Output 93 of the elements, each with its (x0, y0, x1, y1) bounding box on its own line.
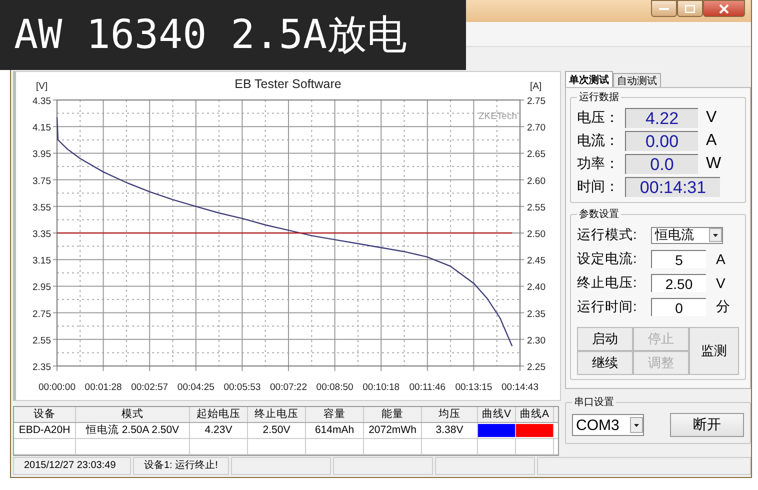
axis-tick-label: 2.55 (32, 335, 51, 346)
axis-tick-label: 00:02:57 (131, 382, 168, 393)
table-cell: 614mAh (306, 423, 364, 438)
status-text: 2015/12/27 23:03:49 (13, 457, 131, 475)
unit-label: A (706, 132, 717, 150)
reading-label: 功率： (577, 154, 620, 172)
axis-tick-label: 00:04:25 (177, 382, 214, 393)
column-header: 终止电压 (248, 407, 306, 422)
axis-tick-label: 3.75 (32, 176, 51, 187)
axis-tick-label: 3.55 (32, 202, 51, 214)
axis-tick-label: 00:11:46 (409, 382, 446, 393)
setting-label: 运行模式: (577, 226, 638, 244)
column-header: 曲线V (478, 407, 516, 422)
reading-display: 4.22 (625, 108, 698, 128)
control-button[interactable]: 继续 (577, 351, 633, 375)
axis-tick-label: 2.45 (527, 256, 546, 267)
column-header: 曲线A (516, 407, 554, 422)
group-title: 串口设置 (573, 396, 615, 409)
unit-label: W (706, 154, 722, 172)
column-header: 能量 (364, 407, 422, 422)
axis-tick-label: 2.60 (527, 176, 546, 187)
disconnect-button[interactable]: 断开 (670, 413, 744, 437)
reading-display: 0.00 (625, 130, 698, 150)
maximize-button[interactable] (677, 0, 703, 17)
caption-banner: AW 16340 2.5A放电 (0, 0, 466, 70)
group-title: 运行数据 (578, 90, 620, 104)
group-title: 参数设置 (578, 208, 620, 221)
mode-dropdown[interactable]: 恒电流 (651, 226, 723, 244)
axis-tick-label: 00:08:50 (316, 382, 354, 393)
port-dropdown[interactable]: COM3 (572, 414, 644, 436)
axis-tick-label: 2.50 (527, 229, 546, 240)
axis-tick-label: 4.15 (32, 122, 51, 134)
axis-tick-label: 00:07:22 (270, 382, 307, 393)
setting-label: 设定电流: (577, 250, 638, 268)
minimize-icon (659, 6, 669, 10)
input-field[interactable]: 0 (651, 298, 706, 316)
axis-tick-label: 00:00:00 (38, 382, 76, 393)
column-header: 起始电压 (190, 407, 248, 422)
column-header: 均压 (422, 407, 478, 422)
maximize-icon (685, 4, 695, 12)
axis-tick-label: 3.15 (32, 256, 51, 267)
axis-unit-label: [V] (36, 81, 48, 92)
unit-label: V (716, 275, 726, 291)
reading-label: 电流： (577, 132, 620, 150)
axis-tick-label: 2.40 (527, 282, 546, 294)
reading-label: 时间： (577, 178, 620, 196)
axis-tick-label: 00:05:53 (224, 382, 261, 393)
unit-label: 分 (716, 298, 730, 316)
table-cell: 恒电流 2.50A 2.50V (76, 423, 190, 438)
setting-label: 终止电压: (577, 274, 638, 292)
close-icon (719, 4, 729, 14)
unit-label: A (716, 251, 726, 267)
axis-tick-label: 3.95 (32, 149, 51, 160)
setting-label: 运行时间: (577, 298, 638, 316)
axis-tick-label: 4.35 (32, 96, 51, 107)
input-field[interactable]: 5 (651, 250, 706, 268)
table-cell: 2.50V (248, 423, 306, 438)
axis-tick-label: 3.35 (32, 229, 51, 240)
axis-tick-label: 2.95 (32, 282, 51, 294)
axis-tick-label: 2.75 (32, 308, 51, 320)
axis-tick-label: 2.75 (527, 96, 546, 107)
table-cell: EBD-A20H (14, 423, 76, 438)
axis-tick-label: 2.55 (527, 202, 546, 214)
axis-tick-label: 2.30 (527, 335, 546, 346)
table-cell: 2072mWh (364, 423, 422, 438)
input-field[interactable]: 2.50 (651, 274, 706, 292)
axis-tick-label: 2.35 (527, 308, 546, 320)
status-text: 设备1: 运行终止! (133, 457, 229, 475)
control-button[interactable]: 启动 (577, 327, 633, 351)
unit-label: V (706, 108, 717, 126)
axis-tick-label: 00:10:18 (362, 382, 400, 393)
axis-unit-label: [A] (530, 81, 542, 92)
column-header: 设备 (14, 407, 76, 422)
axis-tick-label: 00:01:28 (84, 382, 122, 393)
tab[interactable]: 自动测试 (613, 73, 661, 87)
reading-display: 00:14:31 (625, 176, 720, 196)
brand-label: ZKETech (478, 111, 517, 122)
axis-tick-label: 00:13:15 (455, 382, 492, 393)
reading-label: 电压： (577, 108, 620, 126)
axis-tick-label: 00:14:43 (502, 382, 538, 393)
column-header: 模式 (76, 407, 190, 422)
tab[interactable]: 单次测试 (565, 71, 613, 87)
column-header: 容量 (306, 407, 364, 422)
axis-tick-label: 2.70 (527, 122, 546, 134)
minimize-button[interactable] (651, 0, 677, 17)
table-cell: 4.23V (190, 423, 248, 438)
reading-display: 0.0 (625, 154, 698, 174)
axis-tick-label: 2.35 (32, 362, 51, 373)
axis-tick-label: 2.25 (527, 362, 546, 373)
axis-tick-label: 2.65 (527, 149, 546, 160)
chart-title: EB Tester Software (234, 77, 342, 91)
close-button[interactable] (703, 0, 745, 17)
monitor-button[interactable]: 监测 (689, 327, 739, 375)
